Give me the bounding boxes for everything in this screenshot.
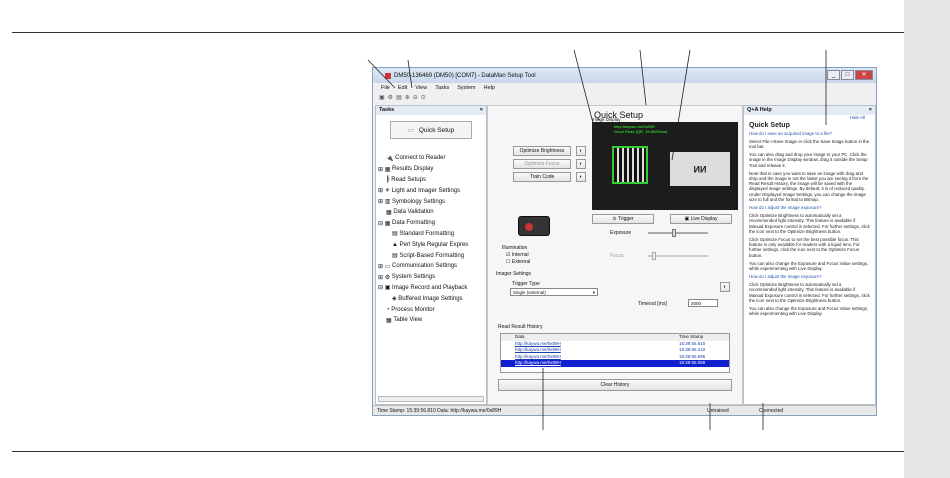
callout-lines bbox=[367, 49, 827, 430]
